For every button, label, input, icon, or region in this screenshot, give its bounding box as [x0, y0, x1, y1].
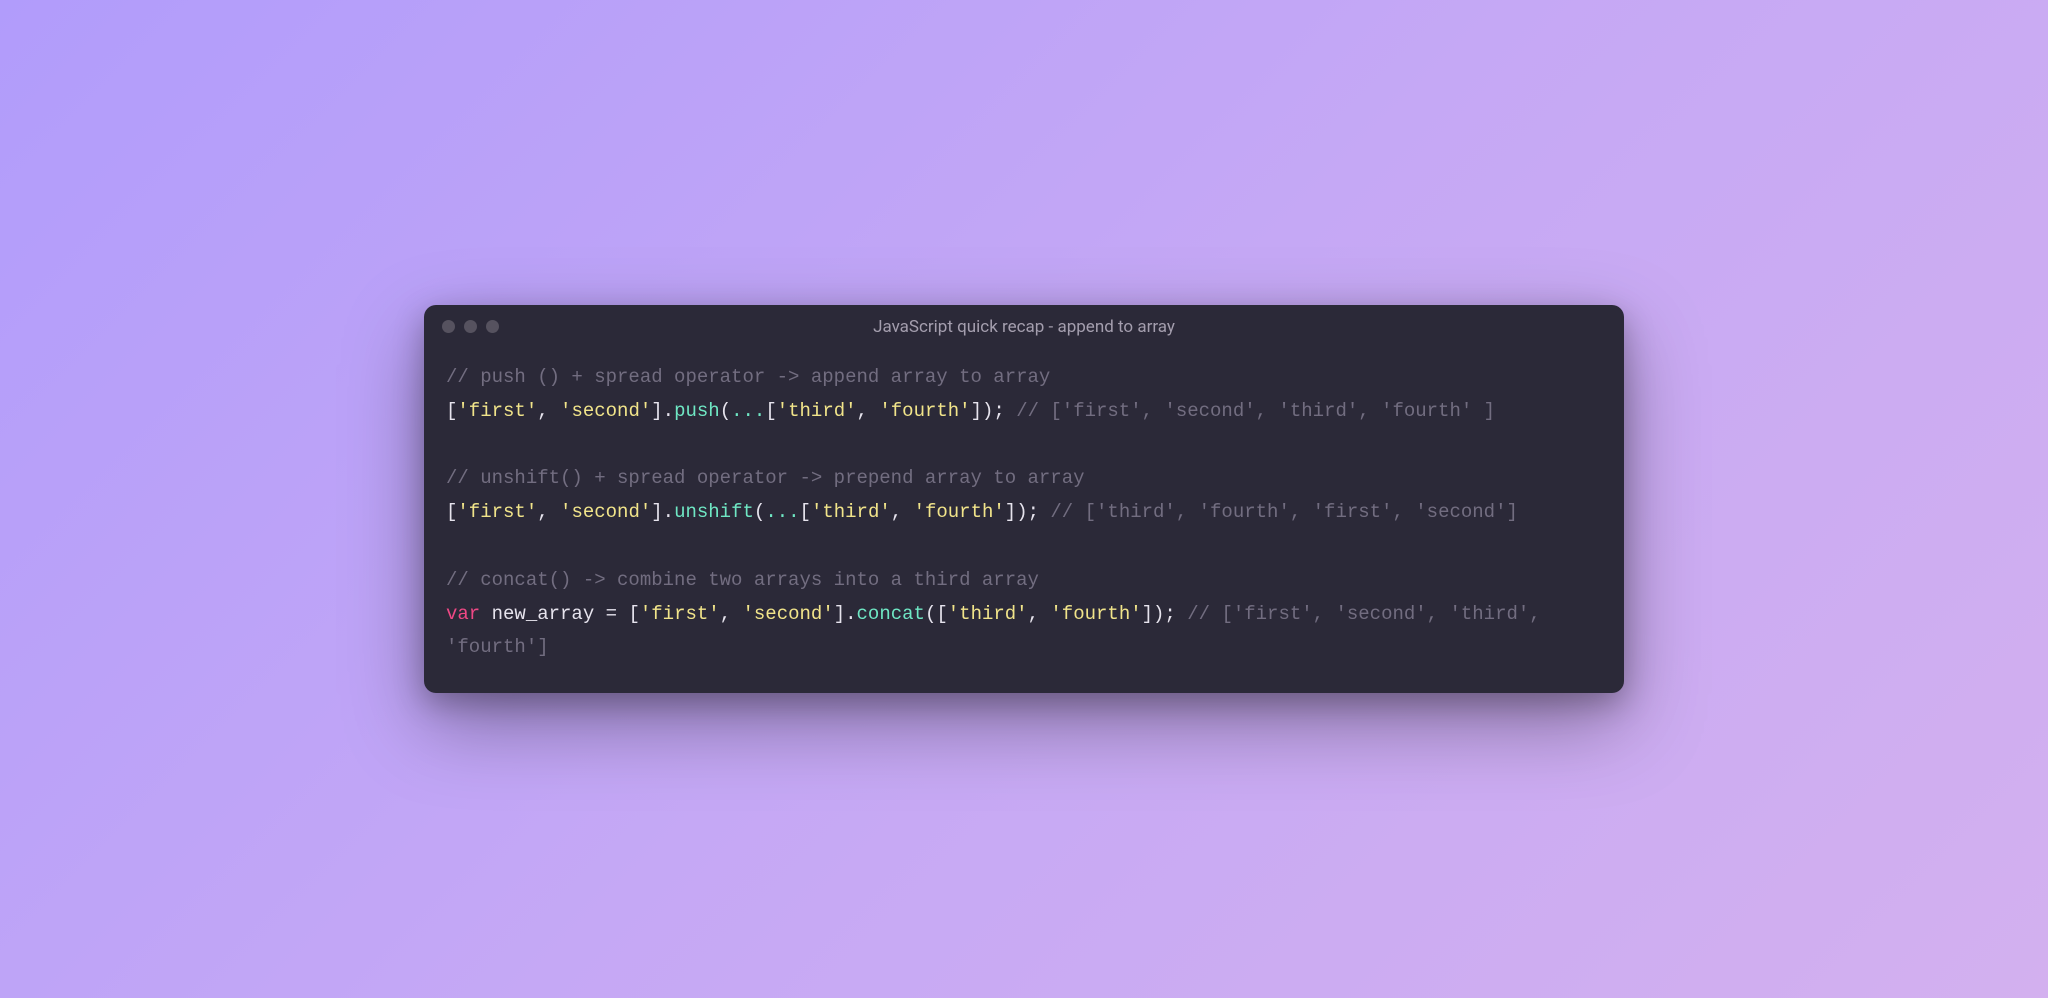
code-token: // ['third', 'fourth', 'first', 'second'…	[1050, 501, 1517, 523]
code-token: ...	[731, 400, 765, 422]
code-token: ,	[891, 501, 914, 523]
code-token: 'first'	[457, 501, 537, 523]
code-token: ,	[537, 400, 560, 422]
code-window: JavaScript quick recap - append to array…	[424, 305, 1624, 693]
code-token: ,	[720, 603, 743, 625]
code-token: ]);	[971, 400, 1017, 422]
code-token: concat	[857, 603, 925, 625]
code-line: ['first', 'second'].push(...['third', 'f…	[446, 395, 1602, 429]
code-line: // push () + spread operator -> append a…	[446, 361, 1602, 395]
code-token: new_array	[480, 603, 605, 625]
code-token: // concat() -> combine two arrays into a…	[446, 569, 1039, 591]
code-token: 'first'	[457, 400, 537, 422]
code-token: ...	[765, 501, 799, 523]
code-line	[446, 428, 1602, 462]
code-token: 'third'	[777, 400, 857, 422]
window-title: JavaScript quick recap - append to array	[424, 317, 1624, 337]
code-token: ].	[834, 603, 857, 625]
code-token: [	[765, 400, 776, 422]
code-token: ]);	[1142, 603, 1188, 625]
code-token: 'third'	[811, 501, 891, 523]
code-token: // push () + spread operator -> append a…	[446, 366, 1050, 388]
code-token: [	[800, 501, 811, 523]
code-token: // unshift() + spread operator -> prepen…	[446, 467, 1085, 489]
code-line: ['first', 'second'].unshift(...['third',…	[446, 496, 1602, 530]
code-token: ].	[651, 400, 674, 422]
code-token: // ['first', 'second', 'third', 'fourth'…	[1016, 400, 1495, 422]
code-token: = [	[606, 603, 640, 625]
code-token: 'fourth'	[914, 501, 1005, 523]
window-titlebar: JavaScript quick recap - append to array	[424, 305, 1624, 349]
traffic-lights	[442, 320, 499, 333]
code-token: ,	[1028, 603, 1051, 625]
code-line: // unshift() + spread operator -> prepen…	[446, 462, 1602, 496]
code-token: ,	[537, 501, 560, 523]
code-token: [	[446, 400, 457, 422]
code-token: 'third'	[948, 603, 1028, 625]
code-token: (	[754, 501, 765, 523]
code-token: 'second'	[743, 603, 834, 625]
code-token: 'second'	[560, 501, 651, 523]
code-block: // push () + spread operator -> append a…	[424, 349, 1624, 693]
code-token: ].	[651, 501, 674, 523]
code-line: var new_array = ['first', 'second'].conc…	[446, 598, 1602, 666]
minimize-icon[interactable]	[464, 320, 477, 333]
code-token: var	[446, 603, 480, 625]
code-token: 'second'	[560, 400, 651, 422]
close-icon[interactable]	[442, 320, 455, 333]
code-token: 'fourth'	[879, 400, 970, 422]
code-token: [	[446, 501, 457, 523]
maximize-icon[interactable]	[486, 320, 499, 333]
code-token: ]);	[1005, 501, 1051, 523]
code-token: 'first'	[640, 603, 720, 625]
code-token: 'fourth'	[1050, 603, 1141, 625]
code-token: ([	[925, 603, 948, 625]
code-token: unshift	[674, 501, 754, 523]
code-token: push	[674, 400, 720, 422]
code-token: (	[720, 400, 731, 422]
code-line: // concat() -> combine two arrays into a…	[446, 564, 1602, 598]
code-line	[446, 530, 1602, 564]
code-token: ,	[857, 400, 880, 422]
